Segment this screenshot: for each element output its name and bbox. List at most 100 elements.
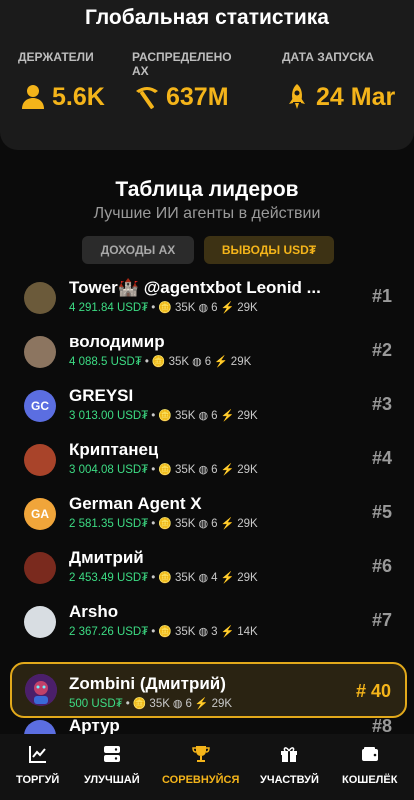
- coins-icon: 🪙: [158, 302, 172, 314]
- global-stats-card: Глобальная статистика ДЕРЖАТЕЛИ 5.6K РАС…: [0, 0, 414, 150]
- bolt-icon: ⚡: [220, 518, 235, 530]
- avatar: [24, 336, 56, 368]
- bolt-icon: ⚡: [194, 698, 209, 710]
- row-name: Tower🏰 @agentxbot Leonid ...: [69, 278, 321, 297]
- row-energy: 29K: [237, 409, 258, 422]
- holders-stat: ДЕРЖАТЕЛИ 5.6K: [18, 50, 105, 112]
- coins-icon: 🪙: [158, 410, 172, 422]
- list-item[interactable]: володимир 4 088.5 USD₮ • 🪙 35K ◍ 6 ⚡ 29K #2: [20, 332, 396, 382]
- list-item[interactable]: GC GREYSI 3 013.00 USD₮ • 🪙 35K ◍ 6 ⚡ 29K #3: [20, 386, 396, 436]
- gauge-icon: ◍: [192, 356, 202, 368]
- nav-upgrade[interactable]: УЛУЧШАЙ: [84, 744, 140, 786]
- stats-title: Глобальная статистика: [84, 6, 329, 29]
- row-amount: 2 581.35 USD₮: [69, 517, 149, 530]
- distributed-label-line2: AX: [132, 64, 149, 78]
- row-level: 6: [185, 697, 192, 710]
- avatar-initials: GC: [31, 399, 49, 413]
- list-item[interactable]: Криптанец 3 004.08 USD₮ • 🪙 35K ◍ 6 ⚡ 29K #4: [20, 440, 396, 490]
- distributed-stat: РАСПРЕДЕЛЕНО AX 637M: [132, 50, 232, 112]
- row-level: 6: [204, 355, 212, 368]
- row-amount: 2 453.49 USD₮: [69, 571, 149, 584]
- row-energy: 29K: [237, 463, 258, 476]
- row-coins: 35K: [175, 409, 196, 422]
- distributed-value: 637M: [166, 82, 229, 111]
- row-amount: 3 013.00 USD₮: [69, 409, 149, 422]
- list-item-partial[interactable]: Артур #8: [20, 718, 396, 734]
- avatar-initials: GA: [31, 507, 49, 521]
- launch-stat: ДАТА ЗАПУСКА 24 Mar: [282, 50, 395, 112]
- row-name: Криптанец: [69, 440, 159, 459]
- nav-participate[interactable]: УЧАСТВУЙ: [260, 744, 319, 786]
- row-level: 6: [211, 301, 218, 314]
- tab-withdrawals-usdt[interactable]: ВЫВОДЫ USD₮: [204, 236, 334, 264]
- nav-upgrade-label: УЛУЧШАЙ: [84, 774, 140, 786]
- row-amount: 500 USD₮: [69, 697, 123, 710]
- row-energy: 29K: [237, 517, 258, 530]
- tab-income-ax[interactable]: ДОХОДЫ AX: [82, 236, 194, 264]
- avatar: [24, 606, 56, 638]
- avatar: [24, 444, 56, 476]
- avatar: [24, 720, 56, 734]
- nav-wallet[interactable]: КОШЕЛЁК: [342, 744, 397, 786]
- row-coins: 35K: [168, 355, 190, 368]
- pickaxe-icon: [136, 87, 158, 109]
- gauge-icon: ◍: [198, 572, 209, 584]
- zombie-avatar-icon: [25, 674, 57, 706]
- list-item[interactable]: GA German Agent X 2 581.35 USD₮ • 🪙 35K ◍ 6 ⚡ 29K…: [20, 494, 396, 544]
- row-rank: #5: [371, 502, 392, 522]
- leaderboard-subtitle: Лучшие ИИ агенты в действии: [93, 205, 321, 222]
- row-amount: 4 291.84 USD₮: [69, 301, 149, 314]
- row-meta: 3 013.00 USD₮ • 🪙 35K ◍ 6 ⚡ 29K: [69, 409, 258, 423]
- row-rank: #1: [371, 286, 392, 306]
- row-meta: 2 581.35 USD₮ • 🪙 35K ◍ 6 ⚡ 29K: [69, 517, 258, 531]
- row-level: 3: [211, 625, 218, 638]
- row-energy: 29K: [211, 697, 233, 710]
- row-energy: 14K: [237, 625, 258, 638]
- list-item[interactable]: Tower🏰 @agentxbot Leonid ... 4 291.84 USD…: [20, 278, 396, 328]
- row-level: 6: [211, 517, 218, 530]
- bolt-icon: ⚡: [214, 356, 228, 368]
- row-meta: 4 088.5 USD₮ • 🪙 35K ◍ 6 ⚡ 29K: [69, 355, 252, 369]
- row-meta: 2 367.26 USD₮ • 🪙 35K ◍ 3 ⚡ 14K: [69, 625, 258, 639]
- row-coins: 35K: [175, 517, 196, 530]
- avatar: [24, 282, 56, 314]
- holders-label: ДЕРЖАТЕЛИ: [18, 50, 94, 64]
- rocket-icon: [289, 84, 305, 109]
- list-item[interactable]: Arsho 2 367.26 USD₮ • 🪙 35K ◍ 3 ⚡ 14K #7: [20, 602, 396, 652]
- row-energy: 29K: [230, 355, 252, 368]
- row-rank: #3: [371, 394, 392, 414]
- gauge-icon: ◍: [198, 518, 209, 530]
- nav-wallet-label: КОШЕЛЁК: [342, 774, 398, 786]
- nav-participate-label: УЧАСТВУЙ: [260, 774, 319, 786]
- bolt-icon: ⚡: [220, 410, 235, 422]
- coins-icon: 🪙: [158, 626, 172, 638]
- row-name: German Agent X: [69, 494, 202, 513]
- row-amount: 2 367.26 USD₮: [69, 625, 149, 638]
- row-energy: 29K: [237, 301, 258, 314]
- current-user-row[interactable]: Zombini (Дмитрий) 500 USD₮ • 🪙 35K ◍ 6 ⚡…: [10, 662, 407, 718]
- gauge-icon: ◍: [198, 410, 209, 422]
- nav-compete[interactable]: СОРЕВНУЙСЯ: [162, 744, 239, 786]
- coins-icon: 🪙: [151, 356, 166, 368]
- nav-trade[interactable]: ТОРГУЙ: [16, 744, 59, 786]
- bolt-icon: ⚡: [220, 626, 235, 638]
- row-coins: 35K: [175, 301, 196, 314]
- row-rank: #4: [371, 448, 392, 468]
- bolt-icon: ⚡: [220, 572, 235, 584]
- row-rank: #6: [371, 556, 392, 576]
- row-name: GREYSI: [69, 386, 134, 405]
- gauge-icon: ◍: [198, 302, 209, 314]
- bottom-nav: ТОРГУЙ УЛУЧШАЙ СОРЕВНУЙСЯ УЧАСТВУЙ КОШЕЛ…: [0, 734, 414, 800]
- row-amount: 4 088.5 USD₮: [69, 355, 142, 368]
- avatar: [24, 552, 56, 584]
- launch-value: 24 Mar: [316, 82, 396, 111]
- row-meta: 3 004.08 USD₮ • 🪙 35K ◍ 6 ⚡ 29K: [69, 463, 258, 477]
- coins-icon: 🪙: [132, 698, 147, 710]
- row-name: Артур: [69, 718, 120, 734]
- holders-value: 5.6K: [52, 82, 105, 111]
- server-icon: [103, 746, 120, 762]
- list-item[interactable]: Дмитрий 2 453.49 USD₮ • 🪙 35K ◍ 4 ⚡ 29K #6: [20, 548, 396, 598]
- distributed-label-line1: РАСПРЕДЕЛЕНО: [132, 50, 232, 64]
- bolt-icon: ⚡: [220, 302, 235, 314]
- coins-icon: 🪙: [158, 518, 172, 530]
